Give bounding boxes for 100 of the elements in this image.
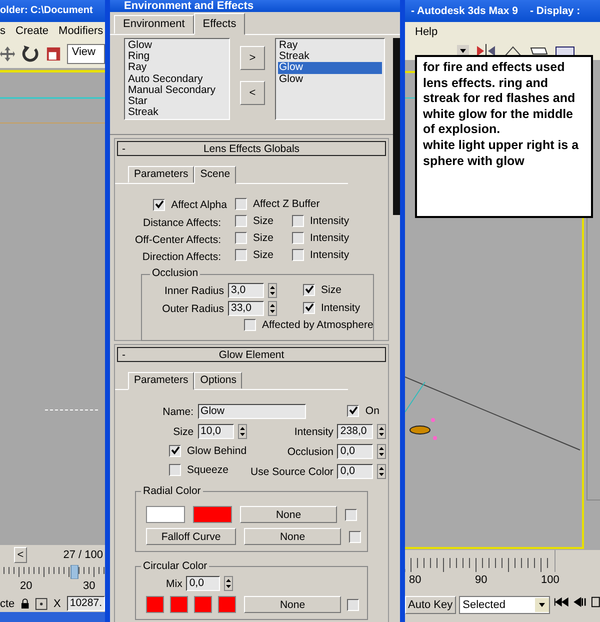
list-item[interactable]: Streak [278, 51, 382, 62]
tab[interactable]: Parameters [128, 372, 194, 390]
checkbox-label: Size [253, 215, 274, 227]
previous-frame-button[interactable]: < [14, 547, 27, 563]
rollout-header[interactable]: - Glow Element [117, 347, 386, 362]
color-swatch[interactable] [194, 596, 212, 613]
spinner-icon[interactable] [377, 464, 386, 479]
number-field[interactable]: 33,0 [228, 301, 264, 316]
move-icon[interactable] [0, 45, 16, 63]
number-field[interactable]: 0,0 [337, 444, 374, 459]
spinner-icon[interactable] [224, 576, 234, 591]
checkbox[interactable] [347, 404, 360, 417]
remove-effect-button[interactable]: < [240, 81, 265, 105]
list-item[interactable]: Manual Secondary [127, 84, 227, 96]
spinner-icon[interactable] [377, 444, 386, 459]
field-label: Intensity [294, 426, 334, 438]
collapse-toggle[interactable]: - [118, 142, 138, 154]
tab[interactable]: Scene [194, 166, 236, 184]
lock-icon[interactable] [20, 598, 29, 610]
rollout-header[interactable]: - Lens Effects Globals [117, 141, 386, 156]
annotation-text: white light upper right is a sphere with glow [423, 138, 580, 170]
checkbox[interactable] [349, 530, 361, 542]
color-swatch[interactable] [218, 596, 236, 613]
menu-item[interactable]: Help [415, 26, 438, 38]
checkbox-label: Intensity [310, 215, 350, 227]
number-field[interactable]: 3,0 [228, 283, 264, 298]
checkbox-label: Affect Z Buffer [253, 198, 320, 210]
color-swatch[interactable] [193, 506, 232, 523]
number-field[interactable]: 238,0 [337, 424, 374, 439]
checkbox[interactable] [169, 444, 181, 457]
checkbox-label: Size [253, 232, 274, 244]
checkbox[interactable] [303, 284, 315, 296]
checkbox[interactable] [292, 232, 304, 244]
spinner-icon[interactable] [377, 424, 386, 439]
number-field[interactable]: 10,0 [198, 424, 234, 439]
mirror-icon[interactable] [475, 44, 497, 58]
checkbox[interactable] [153, 198, 166, 211]
color-swatch[interactable] [170, 596, 188, 613]
list-item[interactable]: Glow [127, 40, 227, 52]
collapse-toggle[interactable]: - [118, 348, 138, 360]
checkbox[interactable] [303, 302, 315, 314]
key-filter-dropdown[interactable]: Selected [458, 596, 550, 614]
checkbox[interactable] [345, 508, 357, 520]
color-swatch[interactable] [146, 506, 185, 523]
checkbox[interactable] [235, 215, 247, 227]
checkbox[interactable] [235, 198, 247, 210]
spinner-icon[interactable] [238, 424, 247, 439]
view-dropdown[interactable]: View [66, 44, 105, 64]
checkbox-label: Affect Alpha [171, 198, 227, 211]
checkbox[interactable] [169, 464, 181, 476]
falloff-curve-button[interactable]: Falloff Curve [146, 528, 236, 545]
checkbox-label: Squeeze [187, 464, 228, 476]
list-item[interactable]: Ring [127, 51, 227, 62]
window-title: - Autodesk 3ds Max 9 [411, 4, 518, 19]
spinner-icon[interactable] [268, 301, 277, 316]
checkbox[interactable] [235, 249, 247, 261]
map-button[interactable]: None [244, 528, 341, 545]
name-field[interactable]: Glow [198, 404, 306, 419]
field-label: Mix [166, 578, 182, 590]
list-item[interactable]: Auto Secondary [127, 74, 227, 85]
group-title: Radial Color [141, 485, 203, 497]
frame-counter[interactable]: 27 / 100 [29, 547, 105, 563]
tab[interactable]: Environment [114, 15, 194, 34]
menu-item[interactable]: Modifiers [58, 25, 104, 37]
window-title: older: C:\Document [0, 0, 105, 22]
list-item[interactable]: Glow [278, 74, 382, 85]
go-to-start-icon[interactable] [553, 596, 570, 608]
tab[interactable]: Parameters [128, 166, 194, 183]
coordinate-label: X [54, 598, 61, 610]
scale-icon[interactable] [46, 46, 61, 62]
scrollbar-thumb[interactable] [393, 38, 400, 215]
auto-key-button[interactable]: Auto Key [405, 596, 456, 614]
checkbox[interactable] [292, 249, 304, 261]
map-button[interactable]: None [240, 506, 337, 523]
previous-frame-icon[interactable] [572, 596, 588, 608]
active-effects-list[interactable]: Ray Streak Glow Glow [275, 38, 385, 120]
coordinate-field[interactable]: 10287. [66, 596, 105, 611]
map-button[interactable]: None [244, 596, 341, 613]
menu-item[interactable]: s [0, 25, 6, 37]
selection-box-icon[interactable] [34, 596, 48, 610]
ruler-label: 20 [20, 580, 32, 592]
spinner-icon[interactable] [268, 283, 277, 298]
color-swatch[interactable] [146, 596, 164, 613]
effects-list[interactable]: Glow Ring Ray Auto Secondary Manual Secondary Star Streak [124, 38, 230, 120]
number-field[interactable]: 0,0 [337, 464, 374, 479]
checkbox[interactable] [235, 232, 247, 244]
list-item[interactable]: Glow [278, 62, 382, 74]
list-item[interactable]: Star [127, 96, 227, 108]
list-item[interactable]: Streak [127, 107, 227, 118]
list-item[interactable]: Ray [278, 40, 382, 52]
checkbox[interactable] [244, 319, 256, 331]
checkbox[interactable] [347, 598, 359, 610]
tab[interactable]: Options [194, 372, 242, 389]
add-effect-button[interactable]: > [240, 46, 265, 70]
number-field[interactable]: 0,0 [186, 576, 220, 591]
tab[interactable]: Effects [194, 13, 246, 35]
list-item[interactable]: Ray [127, 62, 227, 74]
menu-item[interactable]: Create [16, 25, 49, 37]
rotate-icon[interactable] [21, 44, 40, 64]
checkbox[interactable] [292, 215, 304, 227]
